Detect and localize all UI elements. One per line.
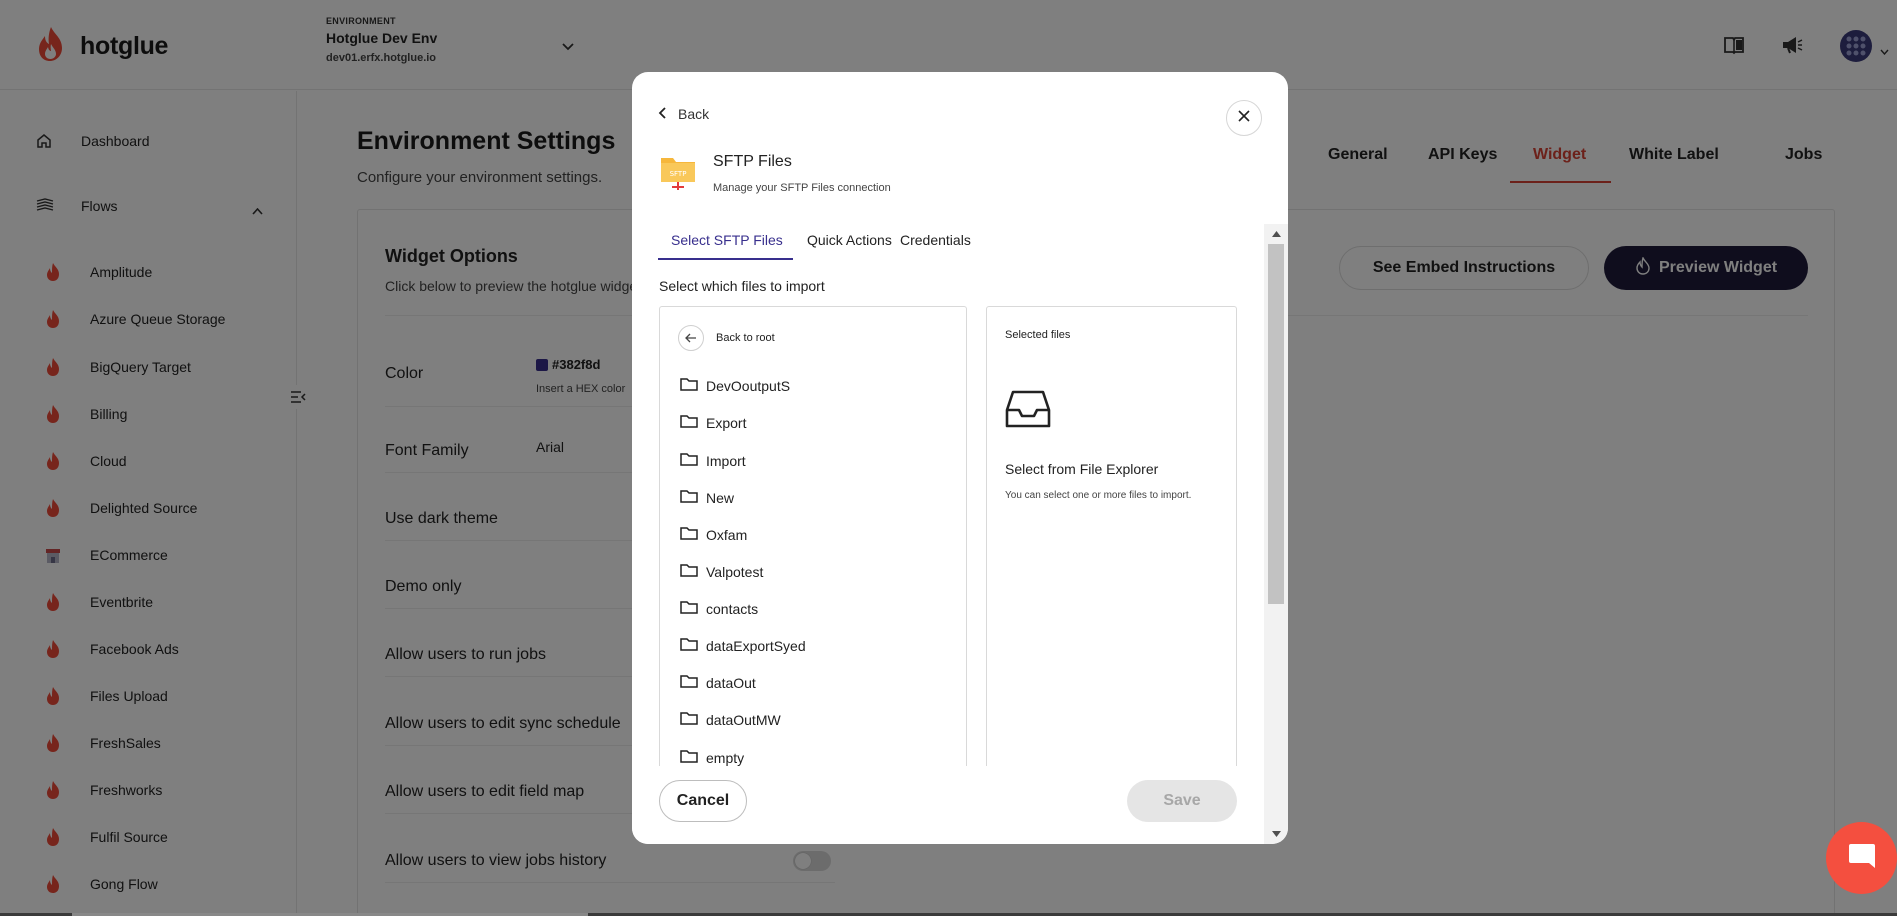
selected-files-panel: Selected files Select from File Explorer…	[986, 306, 1237, 766]
back-to-root-label: Back to root	[716, 332, 775, 344]
connector-subtitle: Manage your SFTP Files connection	[713, 182, 891, 194]
folder-name: New	[706, 489, 735, 506]
folder-item[interactable]: Export	[680, 414, 746, 431]
tab-quick-actions[interactable]: Quick Actions	[807, 232, 892, 248]
folder-icon	[680, 489, 698, 506]
scroll-down-arrow-icon[interactable]	[1264, 824, 1288, 844]
folder-item[interactable]: Valpotest	[680, 563, 763, 580]
folder-icon	[680, 563, 698, 580]
sftp-folder-icon: SFTP	[660, 152, 696, 197]
folder-icon	[680, 414, 698, 431]
folder-icon	[680, 674, 698, 691]
folder-item[interactable]: contacts	[680, 600, 758, 617]
folder-item[interactable]: empty	[680, 749, 744, 766]
modal-scrollbar[interactable]	[1264, 224, 1288, 844]
select-files-label: Select which files to import	[659, 278, 825, 294]
close-icon	[1238, 109, 1250, 127]
sftp-connection-modal: Back SFTP SFTP Files Manage your SFTP Fi…	[632, 72, 1288, 844]
selected-files-heading: Select from File Explorer	[1005, 461, 1159, 477]
folder-icon	[680, 711, 698, 728]
close-button[interactable]	[1226, 100, 1262, 136]
chat-bubble-icon	[1847, 842, 1877, 875]
arrow-left-icon	[678, 325, 704, 351]
scroll-up-arrow-icon[interactable]	[1264, 224, 1288, 244]
folder-item[interactable]: Oxfam	[680, 526, 747, 543]
cancel-button[interactable]: Cancel	[659, 780, 747, 822]
folder-item[interactable]: New	[680, 489, 734, 506]
back-to-root-button[interactable]: Back to root	[678, 325, 775, 351]
folder-name: Import	[706, 452, 746, 469]
folder-name: dataOutMW	[706, 711, 781, 728]
chevron-left-icon	[658, 106, 666, 122]
folder-name: Oxfam	[706, 526, 748, 543]
folder-name: dataOut	[706, 674, 756, 691]
folder-name: empty	[706, 749, 745, 766]
connector-title: SFTP Files	[713, 153, 792, 170]
modal-tabs: Select SFTP Files Quick Actions Credenti…	[658, 220, 1242, 260]
back-label: Back	[678, 106, 710, 122]
app-root: hotglue ENVIRONMENT Hotglue Dev Env dev0…	[0, 0, 1897, 916]
scrollbar-thumb[interactable]	[1268, 244, 1284, 604]
back-button[interactable]: Back	[658, 106, 709, 122]
folder-icon	[680, 377, 698, 394]
folder-icon	[680, 637, 698, 654]
folder-icon	[680, 452, 698, 469]
folder-item[interactable]: dataOut	[680, 674, 756, 691]
folder-icon	[680, 749, 698, 766]
folder-name: DevOoutputS	[706, 377, 791, 394]
active-tab-indicator	[658, 258, 793, 260]
inbox-tray-icon	[1005, 389, 1051, 434]
folder-item[interactable]: dataOutMW	[680, 711, 781, 728]
modal-footer: Cancel Save	[632, 766, 1262, 844]
folder-icon	[680, 600, 698, 617]
sftp-badge-text: SFTP	[670, 170, 687, 178]
folder-item[interactable]: Import	[680, 452, 746, 469]
save-button[interactable]: Save	[1127, 780, 1237, 822]
selected-files-description: You can select one or more files to impo…	[1005, 490, 1192, 501]
selected-files-title: Selected files	[1005, 329, 1071, 341]
folder-name: Export	[706, 414, 747, 431]
folder-name: Valpotest	[706, 563, 764, 580]
folder-item[interactable]: dataExportSyed	[680, 637, 806, 654]
chat-launcher-button[interactable]	[1826, 822, 1897, 894]
folder-name: dataExportSyed	[706, 637, 806, 654]
folder-icon	[680, 526, 698, 543]
tab-select-sftp-files[interactable]: Select SFTP Files	[671, 232, 783, 248]
folder-name: contacts	[706, 600, 759, 617]
tab-credentials[interactable]: Credentials	[900, 232, 971, 248]
folder-item[interactable]: DevOoutputS	[680, 377, 790, 394]
file-explorer-panel: Back to root DevOoutputS Export Import N…	[659, 306, 967, 766]
